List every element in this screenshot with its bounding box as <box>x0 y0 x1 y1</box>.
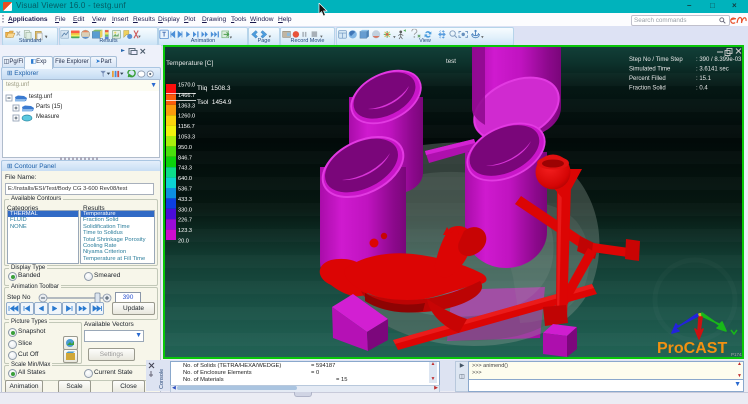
svg-text:123.3: 123.3 <box>178 228 192 234</box>
svg-text:1053.3: 1053.3 <box>178 135 195 141</box>
svg-text:330.0: 330.0 <box>178 207 192 213</box>
svg-text:Percent Filled: Percent Filled <box>629 76 666 82</box>
svg-text:: 0.4: : 0.4 <box>696 86 708 92</box>
svg-text:test: test <box>446 58 456 65</box>
svg-text:950.0: 950.0 <box>178 145 192 151</box>
svg-text:1570.0: 1570.0 <box>178 83 195 89</box>
svg-text:: 390 / 8.399e-03: : 390 / 8.399e-03 <box>696 57 742 63</box>
svg-text:846.7: 846.7 <box>178 155 192 161</box>
svg-text:Step No / Time Step: Step No / Time Step <box>629 57 683 63</box>
svg-text:ProCAST: ProCAST <box>657 340 727 357</box>
svg-text:: 15.1: : 15.1 <box>696 76 712 82</box>
svg-text:: 3.6141 sec: : 3.6141 sec <box>696 67 729 73</box>
svg-text:P1742: P1742 <box>731 352 742 357</box>
svg-text:1260.0: 1260.0 <box>178 114 195 120</box>
svg-text:Fraction Solid: Fraction Solid <box>629 86 666 92</box>
svg-text:20.0: 20.0 <box>178 239 189 245</box>
svg-text:Temperature [C]: Temperature [C] <box>166 60 213 67</box>
svg-text:743.3: 743.3 <box>178 166 192 172</box>
svg-text:226.7: 226.7 <box>178 218 192 224</box>
svg-text:1363.3: 1363.3 <box>178 103 195 109</box>
svg-text:640.0: 640.0 <box>178 176 192 182</box>
svg-text:Tsol 1454.9: Tsol 1454.9 <box>197 99 232 106</box>
svg-text:1156.7: 1156.7 <box>178 124 195 130</box>
svg-text:Tliq 1508.3: Tliq 1508.3 <box>197 85 231 92</box>
svg-text:Simulated Time: Simulated Time <box>629 67 671 73</box>
svg-text:536.7: 536.7 <box>178 187 192 193</box>
svg-text:433.3: 433.3 <box>178 197 192 203</box>
